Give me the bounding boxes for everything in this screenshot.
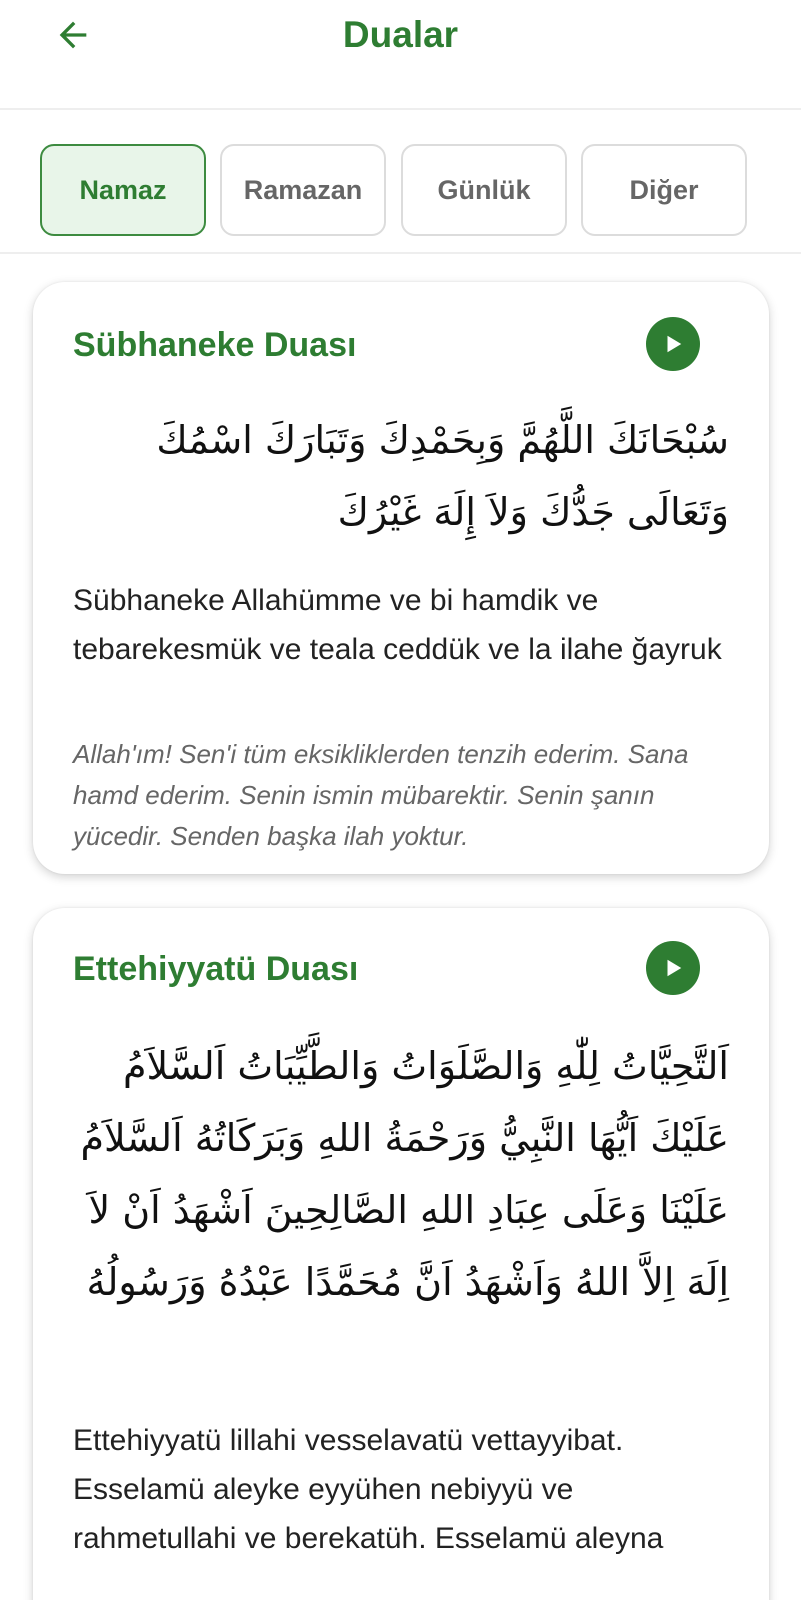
tab-namaz[interactable]: Namaz bbox=[40, 144, 206, 236]
tab-diger[interactable]: Diğer bbox=[581, 144, 747, 236]
dua-title: Sübhaneke Duası bbox=[73, 326, 357, 364]
dua-card-subhaneke: Sübhaneke Duası سُبْحَانَكَ اللَّهُمَّ و… bbox=[33, 282, 769, 874]
play-icon bbox=[667, 959, 682, 977]
dua-arabic-text: سُبْحَانَكَ اللَّهُمَّ وَبِحَمْدِكَ وَتَ… bbox=[156, 418, 729, 534]
dua-card-ettehiyyatu: Ettehiyyatü Duası اَلتَّحِيَّاتُ لِلّٰهِ… bbox=[33, 908, 769, 1600]
dua-meaning: Allah'ım! Sen'i tüm eksikliklerden tenzi… bbox=[73, 739, 689, 851]
dua-transliteration: Sübhaneke Allahümme ve bi hamdik ve teba… bbox=[73, 584, 722, 666]
category-tabs: Namaz Ramazan Günlük Diğer bbox=[0, 110, 801, 254]
tab-gunluk[interactable]: Günlük bbox=[401, 144, 567, 236]
page-title: Dualar bbox=[342, 14, 459, 55]
dua-arabic-text: اَلتَّحِيَّاتُ لِلّٰهِ وَالصَّلَوَاتُ وَ… bbox=[80, 1044, 729, 1304]
dua-title: Ettehiyyatü Duası bbox=[73, 950, 359, 988]
app-bar: Dualar bbox=[0, 0, 801, 110]
play-button[interactable] bbox=[646, 941, 700, 995]
play-icon bbox=[667, 335, 682, 353]
tab-ramazan[interactable]: Ramazan bbox=[220, 144, 386, 236]
play-button[interactable] bbox=[646, 317, 700, 371]
dua-transliteration: Ettehiyyatü lillahi vesselavatü vettayyi… bbox=[73, 1424, 664, 1555]
